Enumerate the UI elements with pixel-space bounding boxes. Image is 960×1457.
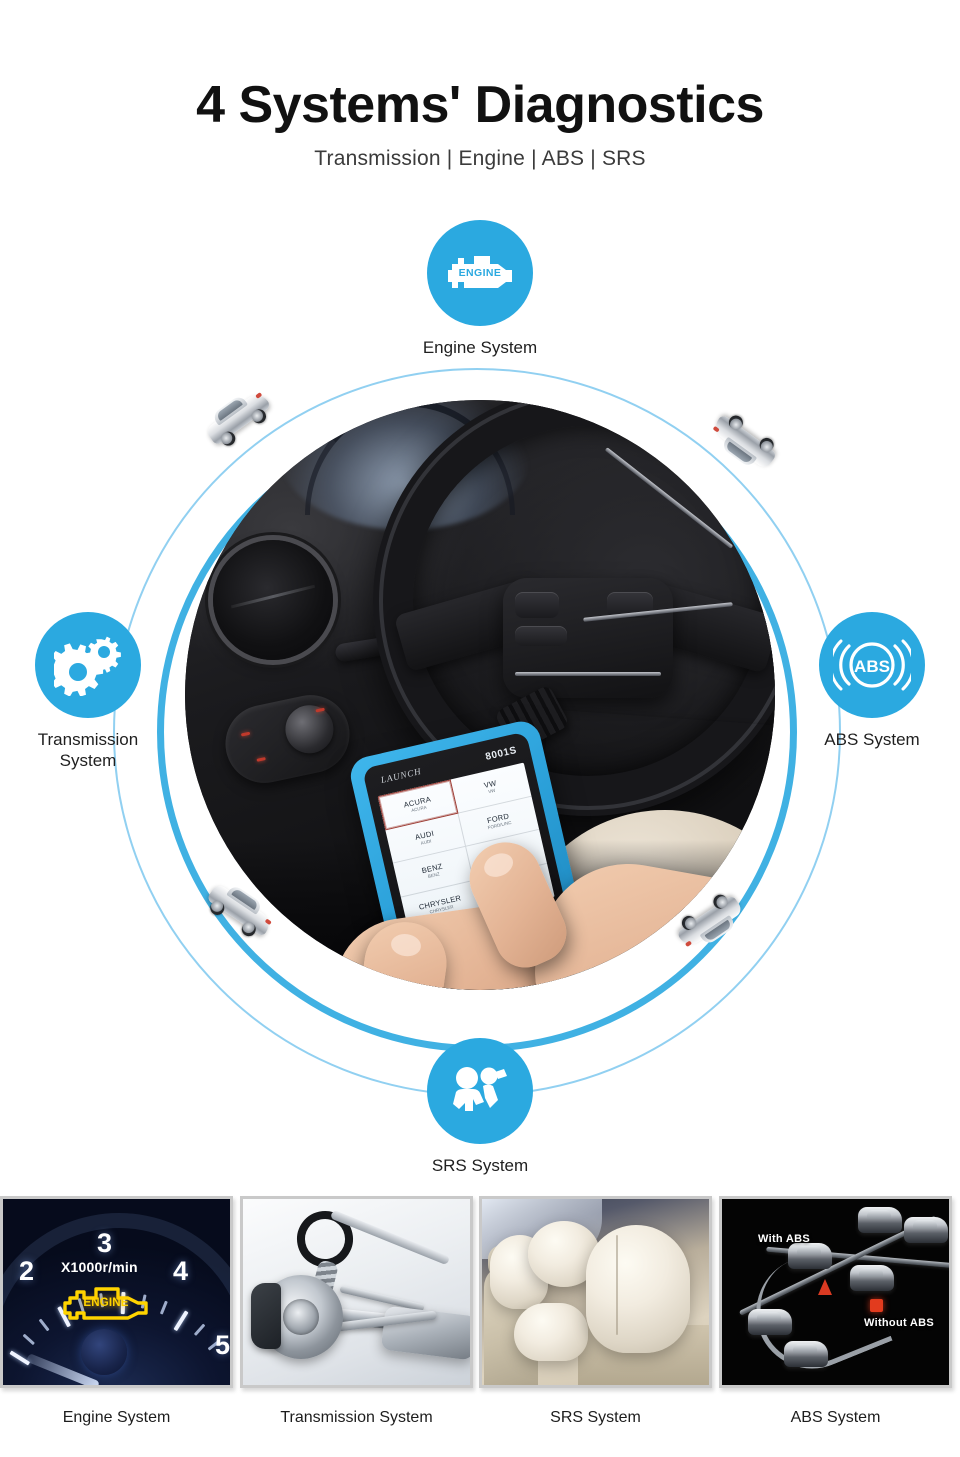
- car-interior-photo: LAUNCH 8001S ACURA ACURA VW VW AUDI AUDI…: [185, 400, 775, 990]
- drivetrain-art: [243, 1199, 470, 1385]
- thumbnail-srs[interactable]: SRS System: [479, 1196, 712, 1427]
- abs-diagram-car: [850, 1265, 894, 1291]
- hero-diagram: LAUNCH 8001S ACURA ACURA VW VW AUDI AUDI…: [0, 190, 960, 1190]
- airbag-icon: [453, 1067, 507, 1111]
- thumbnail-frame: 2 3 4 5 X1000r/min ENGINE: [0, 1196, 233, 1388]
- passenger-airbag: [586, 1225, 690, 1353]
- brake-caliper: [251, 1283, 281, 1349]
- steering-hub: [503, 578, 673, 698]
- engine-badge-circle: ENGINE: [427, 220, 533, 326]
- gauge-number: 3: [97, 1228, 113, 1258]
- abs-diagram-car: [858, 1207, 902, 1233]
- badge-abs-system[interactable]: ABS ABS System: [787, 612, 957, 751]
- air-vent-icon: [213, 540, 333, 660]
- label-with-abs: With ABS: [758, 1233, 810, 1245]
- device-brand-logo: LAUNCH: [379, 765, 423, 785]
- abs-icon-text: ABS: [854, 657, 890, 676]
- wheel-button-pad: [515, 626, 567, 646]
- abs-comparison-art: With ABS Without ABS: [722, 1199, 949, 1385]
- badge-label-abs: ABS System: [824, 730, 920, 749]
- abs-diagram-car: [784, 1341, 828, 1367]
- control-arm: [339, 1285, 425, 1312]
- thumbnail-frame: [479, 1196, 712, 1388]
- thumbnail-caption-engine: Engine System: [62, 1409, 171, 1426]
- page-header: 4 Systems' Diagnostics Transmission | En…: [0, 0, 960, 171]
- switch-marking: [240, 731, 251, 737]
- transmission-badge-circle: [35, 612, 141, 718]
- fingernail-highlight: [480, 848, 517, 882]
- label-without-abs: Without ABS: [864, 1317, 934, 1329]
- thumbnail-engine[interactable]: 2 3 4 5 X1000r/min ENGINE Engine System: [0, 1196, 233, 1427]
- knee-airbag: [514, 1303, 588, 1361]
- gauge-hub: [81, 1329, 127, 1375]
- brand-sublabel: AUDI: [420, 837, 432, 846]
- thumbnail-caption-transmission: Transmission System: [280, 1409, 433, 1426]
- wheel-button-pad: [515, 592, 559, 618]
- badge-label-engine: Engine System: [422, 338, 538, 357]
- engine-icon-text: ENGINE: [458, 267, 502, 279]
- abs-badge-circle: ABS: [819, 612, 925, 718]
- thumbnail-frame: [240, 1196, 473, 1388]
- check-engine-warning-light: ENGINE: [60, 1285, 152, 1321]
- badge-label-line2: System: [59, 750, 117, 770]
- thumbnail-caption-srs: SRS System: [550, 1409, 641, 1426]
- device-model-number: 8001S: [484, 744, 519, 763]
- page-subtitle: Transmission | Engine | ABS | SRS: [314, 146, 646, 170]
- warning-light-text: ENGINE: [83, 1297, 129, 1309]
- gauge-number: 2: [19, 1256, 35, 1286]
- abs-warning-icon: ABS: [833, 639, 911, 691]
- badge-label-transmission: Transmission System: [3, 730, 173, 771]
- traffic-cone: [818, 1279, 832, 1295]
- switch-marking: [256, 757, 266, 762]
- abs-diagram-car: [904, 1217, 948, 1243]
- gauge-number: 5: [215, 1330, 231, 1360]
- headlight-knob: [280, 700, 338, 758]
- thumbnail-transmission[interactable]: Transmission System: [240, 1196, 473, 1427]
- srs-badge-circle: [427, 1038, 533, 1144]
- thumbnail-abs[interactable]: With ABS Without ABS ABS System: [719, 1196, 952, 1427]
- airbag-seam: [616, 1235, 618, 1335]
- badge-label-line1: Transmission: [37, 730, 139, 749]
- product-photo-circle: LAUNCH 8001S ACURA ACURA VW VW AUDI AUDI…: [185, 400, 775, 990]
- abs-diagram-car: [748, 1309, 792, 1335]
- badge-label-srs: SRS System: [431, 1156, 529, 1175]
- gauge-number: 4: [173, 1256, 189, 1286]
- brand-sublabel: BENZ: [427, 871, 441, 879]
- gears-icon: [54, 636, 121, 696]
- airbag-interior-art: [482, 1199, 709, 1385]
- thumbnail-frame: With ABS Without ABS: [719, 1196, 952, 1388]
- feature-thumbnail-strip: 2 3 4 5 X1000r/min ENGINE Engine System: [0, 1196, 960, 1457]
- thumbnail-caption-abs: ABS System: [790, 1409, 881, 1426]
- badge-transmission-system[interactable]: Transmission System: [3, 612, 173, 771]
- thumbnail-highlight: [389, 932, 423, 959]
- collision-marker: [870, 1299, 883, 1312]
- chrome-trim: [515, 672, 661, 676]
- gauge-unit-label: X1000r/min: [61, 1259, 138, 1275]
- badge-engine-system[interactable]: ENGINE Engine System: [395, 220, 565, 359]
- badge-srs-system[interactable]: SRS System: [395, 1038, 565, 1177]
- abs-diagram-car: [788, 1243, 832, 1269]
- car-taillight: [684, 940, 693, 948]
- brand-sublabel: VW: [487, 787, 496, 795]
- page-title: 4 Systems' Diagnostics: [196, 76, 764, 134]
- tachometer-art: 2 3 4 5 X1000r/min ENGINE: [3, 1199, 230, 1385]
